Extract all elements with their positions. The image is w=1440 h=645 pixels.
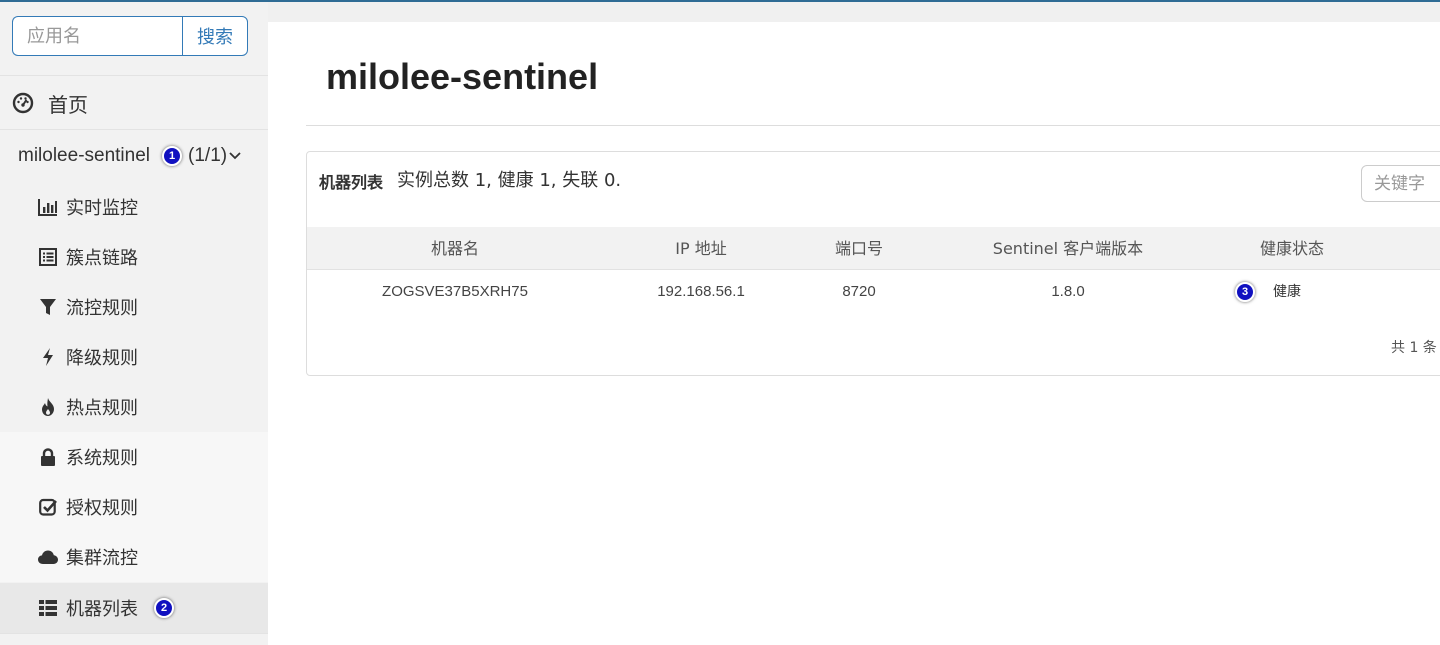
bolt-icon [38, 347, 58, 367]
app-search-input[interactable] [12, 16, 182, 56]
table-row: ZOGSVE37B5XRH75 192.168.56.1 8720 1.8.0 … [307, 271, 1440, 313]
sidebar-item-label: 实时监控 [66, 198, 138, 219]
sidebar: 搜索 首页 milolee-sentinel 1 (1/1) 实时监控 [0, 2, 268, 645]
sidebar-item-label: 机器列表 [66, 599, 138, 620]
sidebar-divider [0, 129, 268, 130]
sidebar-item-flow-rules[interactable]: 流控规则 [0, 282, 268, 332]
sidebar-item-label: 流控规则 [66, 298, 138, 319]
sidebar-item-cluster-flow[interactable]: 集群流控 [0, 532, 268, 582]
sidebar-item-label: 簇点链路 [66, 248, 138, 269]
app-search: 搜索 [12, 16, 248, 56]
sidebar-item-hotspot-rules[interactable]: 热点规则 [0, 382, 268, 432]
sidebar-item-cluster-point-chain[interactable]: 簇点链路 [0, 232, 268, 282]
column-header-health-status[interactable]: 健康状态 [1217, 227, 1367, 270]
machine-list-panel: 机器列表 实例总数 1, 健康 1, 失联 0. 机器名 IP 地址 端口号 S… [306, 151, 1440, 376]
chevron-down-icon[interactable] [229, 151, 241, 161]
cloud-icon [38, 547, 58, 567]
cell-ip: 192.168.56.1 [657, 283, 745, 300]
sidebar-item-label: 热点规则 [66, 398, 138, 419]
keyword-search-input[interactable] [1361, 165, 1440, 202]
app-machine-count: (1/1) [188, 145, 228, 166]
table-header: 机器名 IP 地址 端口号 Sentinel 客户端版本 健康状态 [307, 227, 1440, 270]
cell-port: 8720 [842, 283, 876, 300]
pagination-total: 共 1 条 [1391, 340, 1437, 356]
fire-icon [38, 397, 58, 417]
page-title: milolee-sentinel [326, 56, 599, 97]
column-header-client-version[interactable]: Sentinel 客户端版本 [919, 227, 1217, 270]
sidebar-item-auth-rules[interactable]: 授权规则 [0, 482, 268, 532]
sidebar-item-machine-list[interactable]: 机器列表 2 [0, 583, 268, 633]
column-header-port[interactable]: 端口号 [799, 227, 919, 270]
filter-icon [38, 297, 58, 317]
main-content: milolee-sentinel 机器列表 实例总数 1, 健康 1, 失联 0… [268, 22, 1440, 645]
sidebar-item-home[interactable]: 首页 [0, 76, 268, 130]
sidebar-item-degrade-rules[interactable]: 降级规则 [0, 332, 268, 382]
sidebar-item-label: 降级规则 [66, 348, 138, 369]
column-header-machine-name[interactable]: 机器名 [307, 227, 603, 270]
annotation-badge: 2 [154, 598, 174, 618]
cell-machine-name: ZOGSVE37B5XRH75 [382, 283, 528, 300]
cell-health-status: 3 健康 [1235, 271, 1395, 313]
cell-client-version: 1.8.0 [1051, 283, 1085, 300]
bar-chart-icon [38, 197, 58, 217]
instance-summary: 实例总数 1, 健康 1, 失联 0. [397, 170, 622, 191]
annotation-badge: 3 [1235, 282, 1255, 302]
panel-title: 机器列表 [319, 173, 384, 192]
title-divider [306, 125, 1440, 126]
annotation-badge: 1 [162, 146, 183, 166]
list-alt-icon [38, 247, 58, 267]
lock-icon [38, 447, 58, 467]
th-list-icon [38, 598, 58, 618]
sidebar-item-label: 系统规则 [66, 448, 138, 469]
dashboard-icon [12, 92, 34, 114]
check-square-icon [38, 497, 58, 517]
sidebar-item-system-rules[interactable]: 系统规则 [0, 432, 268, 482]
sidebar-item-realtime-monitor[interactable]: 实时监控 [0, 182, 268, 232]
sidebar-item-label: 集群流控 [66, 548, 138, 569]
sidebar-item-label: 首页 [48, 92, 88, 117]
health-status-text: 健康 [1273, 284, 1301, 300]
search-button[interactable]: 搜索 [182, 16, 248, 56]
column-header-ip[interactable]: IP 地址 [603, 227, 799, 270]
app-name: milolee-sentinel [18, 145, 151, 166]
sidebar-app-milolee-sentinel[interactable]: milolee-sentinel 1 (1/1) [0, 131, 268, 181]
sidebar-divider [0, 633, 268, 634]
sidebar-item-label: 授权规则 [66, 498, 138, 519]
